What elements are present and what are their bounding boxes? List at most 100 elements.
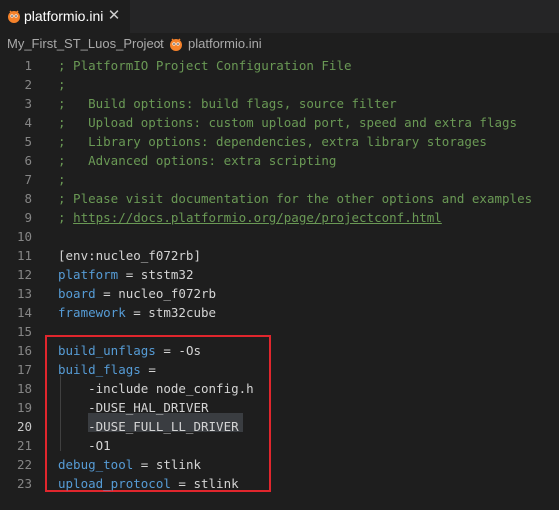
code-token: ; Library options: dependencies, extra l… [58, 134, 487, 149]
code-token: = stlink [170, 476, 239, 491]
tab-label: platformio.ini [24, 8, 104, 24]
code-line[interactable]: 12 platform = ststm32 [0, 265, 559, 284]
code-text: debug_tool = stlink [58, 455, 201, 474]
code-text: ; https://docs.platformio.org/page/proje… [58, 208, 442, 227]
platformio-icon [6, 8, 22, 24]
code-token: = -Os [155, 343, 201, 358]
code-token: ; Upload options: custom upload port, sp… [58, 115, 518, 130]
code-line[interactable]: 17 build_flags = [0, 360, 559, 379]
code-token: -O1 [58, 438, 111, 453]
code-text: ; Advanced options: extra scripting [58, 151, 336, 170]
code-token: -DUSE_HAL_DRIVER [58, 400, 209, 415]
line-number: 9 [24, 210, 32, 225]
code-token: ; Build options: build flags, source fil… [58, 96, 397, 111]
code-line[interactable]: 13 board = nucleo_f072rb [0, 284, 559, 303]
code-line[interactable]: 10 [0, 227, 559, 246]
code-line[interactable]: 18 -include node_config.h [0, 379, 559, 398]
code-line[interactable]: 14 framework = stm32cube [0, 303, 559, 322]
line-number: 19 [16, 400, 32, 415]
tab-platformio-ini[interactable]: platformio.ini ✕ [0, 0, 130, 33]
code-token: -DUSE_FULL_LL_DRIVER [58, 419, 239, 434]
code-line[interactable]: 7; [0, 170, 559, 189]
code-line[interactable]: 20 -DUSE_FULL_LL_DRIVER [0, 417, 559, 436]
code-editor[interactable]: 1 ; PlatformIO Project Configuration File… [0, 55, 559, 510]
platformio-icon [168, 36, 184, 52]
code-token: ; [58, 172, 66, 187]
code-text: ; [58, 170, 66, 189]
chevron-right-icon: › [156, 36, 162, 51]
code-token: [env:nucleo_f072rb] [58, 248, 201, 263]
code-text: -DUSE_FULL_LL_DRIVER [58, 417, 239, 436]
code-token: board [58, 286, 96, 301]
code-line[interactable]: 23 upload_protocol = stlink [0, 474, 559, 493]
code-line[interactable]: 22 debug_tool = stlink [0, 455, 559, 474]
code-line[interactable]: 3 ; Build options: build flags, source fi… [0, 94, 559, 113]
code-line[interactable]: 5 ; Library options: dependencies, extra … [0, 132, 559, 151]
code-line[interactable]: 11 [env:nucleo_f072rb] [0, 246, 559, 265]
code-token: framework [58, 305, 126, 320]
line-number: 16 [16, 343, 32, 358]
code-token: = [140, 362, 156, 377]
code-line[interactable]: 19 -DUSE_HAL_DRIVER [0, 398, 559, 417]
code-token: ; [58, 210, 74, 225]
code-line[interactable]: 4 ; Upload options: custom upload port, s… [0, 113, 559, 132]
code-token: build_unflags [58, 343, 156, 358]
tab-bar: platformio.ini ✕ [0, 0, 559, 33]
code-token: = stm32cube [125, 305, 217, 320]
code-token: = nucleo_f072rb [95, 286, 217, 301]
line-number: 4 [24, 115, 32, 130]
line-number: 15 [16, 324, 32, 339]
code-text: -include node_config.h [58, 379, 254, 398]
code-text: upload_protocol = stlink [58, 474, 239, 493]
line-number: 17 [16, 362, 32, 377]
code-token: ; PlatformIO Project Configuration File [58, 58, 352, 73]
code-line[interactable]: 15 [0, 322, 559, 341]
line-number: 3 [24, 96, 32, 111]
line-number: 6 [24, 153, 32, 168]
line-number: 7 [24, 172, 32, 187]
code-line[interactable]: 2; [0, 75, 559, 94]
code-text: build_unflags = -Os [58, 341, 201, 360]
breadcrumb-folder[interactable]: My_First_ST_Luos_Project [7, 33, 164, 55]
line-number: 14 [16, 305, 32, 320]
code-line[interactable]: 6 ; Advanced options: extra scripting [0, 151, 559, 170]
code-text: -O1 [58, 436, 111, 455]
line-number: 13 [16, 286, 32, 301]
code-line[interactable]: 1 ; PlatformIO Project Configuration File [0, 56, 559, 75]
code-token: build_flags [58, 362, 141, 377]
line-number: 8 [24, 191, 32, 206]
code-token: ; [58, 77, 66, 92]
code-text: board = nucleo_f072rb [58, 284, 216, 303]
code-text: ; Please visit documentation for the oth… [58, 189, 532, 208]
code-text: platform = ststm32 [58, 265, 193, 284]
line-number: 1 [24, 58, 32, 73]
code-line[interactable]: 21 -O1 [0, 436, 559, 455]
code-token: ; Please visit documentation for the oth… [58, 191, 533, 206]
line-number: 22 [16, 457, 32, 472]
code-text: ; [58, 75, 66, 94]
line-number: 2 [24, 77, 32, 92]
code-token: platform [58, 267, 119, 282]
line-number: 23 [16, 476, 32, 491]
code-line[interactable]: 9; https://docs.platformio.org/page/proj… [0, 208, 559, 227]
breadcrumb: My_First_ST_Luos_Project › platformio.in… [0, 33, 559, 55]
line-number: 20 [16, 419, 32, 434]
code-text: build_flags = [58, 360, 156, 379]
line-number: 12 [16, 267, 32, 282]
code-text: ; Library options: dependencies, extra l… [58, 132, 487, 151]
code-token: -include node_config.h [58, 381, 254, 396]
close-icon[interactable]: ✕ [106, 6, 122, 26]
line-number: 11 [16, 248, 32, 263]
code-token: upload_protocol [58, 476, 171, 491]
code-text: framework = stm32cube [58, 303, 216, 322]
breadcrumb-file[interactable]: platformio.ini [188, 33, 262, 55]
code-token: = stlink [133, 457, 201, 472]
code-text: ; PlatformIO Project Configuration File [58, 56, 352, 75]
code-token: = ststm32 [118, 267, 194, 282]
line-number: 21 [16, 438, 32, 453]
line-number: 10 [16, 229, 32, 244]
code-text: -DUSE_HAL_DRIVER [58, 398, 209, 417]
code-link[interactable]: https://docs.platformio.org/page/project… [73, 210, 442, 225]
code-line[interactable]: 8 ; Please visit documentation for the ot… [0, 189, 559, 208]
code-line[interactable]: 16 build_unflags = -Os [0, 341, 559, 360]
